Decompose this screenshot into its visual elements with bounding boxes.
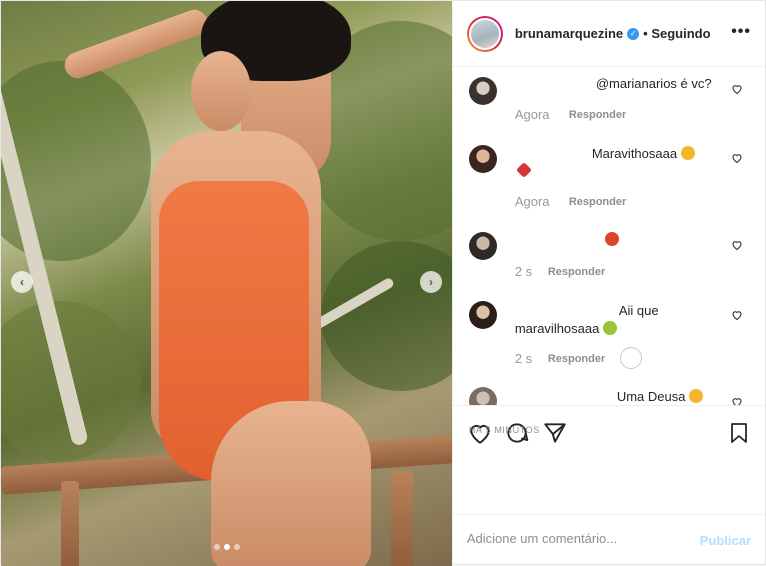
commenter-avatar[interactable] [468,77,497,105]
carousel-indicator [1,544,452,550]
comment-time: 2 s [514,264,533,279]
commenter-avatar[interactable] [468,301,497,329]
chevron-right-icon: › [429,275,433,289]
loading-spinner-icon [619,347,642,369]
comment-time: 2 s [514,351,533,366]
heart-icon[interactable] [731,309,743,321]
post-dialog: ‹ › brunamarquezine ✓ • Seguindo ••• @ma… [0,0,766,566]
comments-list: @marianarios é vc? Agora Responder Marav… [453,67,765,405]
comment-text: Maravithosaaa [591,146,678,161]
carousel-dot [234,544,240,550]
star-eyes-emoji-icon [680,146,695,160]
posted-time[interactable]: HÁ 5 MINUTOS [469,425,540,435]
comment-box: Publicar [452,514,765,566]
railing-post [391,471,413,566]
railing-post [61,481,79,566]
carousel-dot-active [224,544,230,550]
post-side-panel: brunamarquezine ✓ • Seguindo ••• @marian… [451,1,765,566]
post-header: brunamarquezine ✓ • Seguindo ••• [452,1,765,67]
comment-text-row: Uma Deusa [616,389,704,404]
commenter-avatar[interactable] [468,145,497,173]
strawberry-emoji-icon [604,232,619,246]
carousel-prev-button[interactable]: ‹ [11,271,33,293]
comment-time: Agora [514,107,550,122]
author-avatar[interactable] [466,15,503,52]
reply-button[interactable]: Responder [548,266,605,278]
follow-status-label: Seguindo [651,26,711,41]
share-paper-plane-icon[interactable] [542,420,568,446]
comment-text: Uma Deusa [616,389,686,404]
comment-text-row: maravilhosaaa [515,321,617,336]
reply-button[interactable]: Responder [569,109,626,121]
reply-button[interactable]: Responder [548,353,605,365]
author-username[interactable]: brunamarquezine [515,26,623,41]
verified-badge-icon: ✓ [627,27,640,40]
heart-icon[interactable] [731,83,743,95]
face [191,51,251,131]
heart-emoji-icon [515,162,532,178]
comment-text-row: Maravithosaaa [592,146,695,161]
more-dots-icon[interactable]: ••• [731,23,751,41]
follow-status[interactable]: • Seguindo [643,26,710,41]
chevron-left-icon: ‹ [20,275,24,289]
reply-button[interactable]: Responder [569,196,626,208]
post-photo[interactable]: ‹ › [1,1,452,566]
heart-icon[interactable] [731,239,743,251]
heart-icon[interactable] [731,152,743,164]
comment-time: Agora [514,194,550,209]
comment-text: Aii que [618,303,659,318]
heart-icon[interactable] [731,396,743,405]
comment-text: maravilhosaaa [514,321,600,336]
comment-text: @marianarios é vc? [595,76,712,91]
publish-button[interactable]: Publicar [700,533,751,548]
commenter-avatar[interactable] [468,387,497,405]
sparkle-emoji-icon [602,321,617,335]
arm [61,6,211,82]
add-comment-input[interactable] [466,531,667,546]
commenter-avatar[interactable] [468,232,497,260]
carousel-next-button[interactable]: › [420,271,442,293]
star-eyes-emoji-icon [689,389,704,403]
bookmark-icon[interactable] [727,420,751,446]
leg [211,401,371,566]
carousel-dot [214,544,220,550]
